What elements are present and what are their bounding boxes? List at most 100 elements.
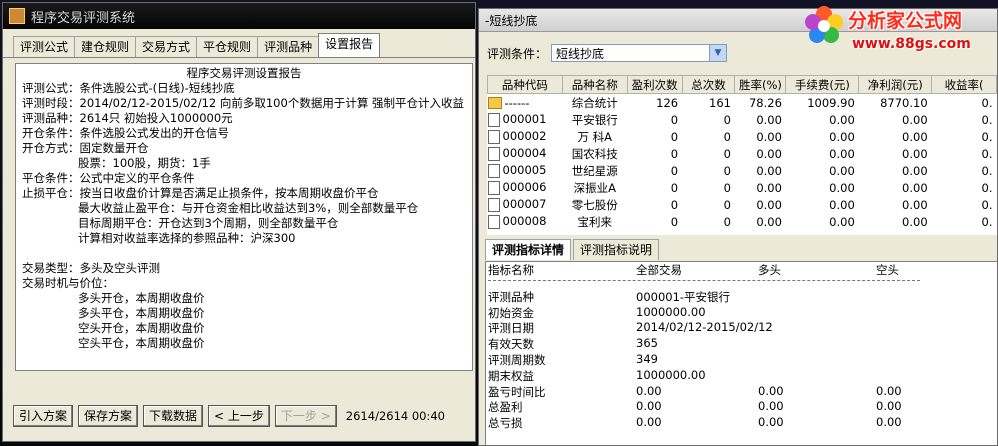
col-win-count[interactable]: 盈利次数 xyxy=(626,75,683,94)
detail-all: 000001-平安银行 xyxy=(636,289,731,304)
report-line: 最大收益止盈平仓：与开仓资金相比收益达到3%，则全部数量平仓 xyxy=(78,201,419,215)
condition-select[interactable]: 短线抄底 ▼ xyxy=(551,44,728,62)
next-step-button[interactable]: 下一步 > xyxy=(274,405,337,427)
document-icon xyxy=(487,214,500,229)
table-row[interactable]: 000008 宝利来 0 0 0.00 0.00 0.00 0. xyxy=(487,213,997,230)
cell-win-count: 0 xyxy=(627,179,683,196)
detail-long: 0.00 xyxy=(758,415,784,430)
tab-close-rules[interactable]: 平仓规则 xyxy=(196,36,259,57)
cell-net-profit: 0.00 xyxy=(858,145,932,162)
cell-win-count: 126 xyxy=(627,93,683,111)
col-code[interactable]: 品种代码 xyxy=(487,75,563,94)
table-row[interactable]: 000007 零七股份 0 0 0.00 0.00 0.00 0. xyxy=(487,196,997,213)
document-icon xyxy=(487,163,500,178)
cell-win-rate: 78.26 xyxy=(734,93,786,111)
tab-metric-description[interactable]: 评测指标说明 xyxy=(573,239,660,260)
cell-win-rate: 0.00 xyxy=(734,179,786,196)
cell-code: 000008 xyxy=(502,214,547,229)
report-line: 空头开仓，本周期收盘价 xyxy=(78,321,205,335)
cell-return: 0. xyxy=(931,145,997,162)
cell-return: 0. xyxy=(931,111,997,128)
detail-all: 349 xyxy=(636,351,658,366)
tab-formula[interactable]: 评测公式 xyxy=(13,36,76,57)
cell-win-rate: 0.00 xyxy=(734,162,786,179)
tab-instruments[interactable]: 评测品种 xyxy=(257,36,320,57)
detail-row: 评测周期数 349 xyxy=(486,351,997,368)
cell-total-count: 0 xyxy=(682,111,735,128)
detail-all: 0.00 xyxy=(636,383,662,398)
cell-code: 000002 xyxy=(502,129,547,144)
cell-fee: 0.00 xyxy=(785,162,859,179)
title-bar[interactable]: 程序交易评测系统 xyxy=(3,3,475,29)
table-row[interactable]: 000001 平安银行 0 0 0.00 0.00 0.00 0. xyxy=(487,111,997,128)
detail-short: 0.00 xyxy=(876,399,902,414)
table-row[interactable]: ------ 综合统计 126 161 78.26 1009.90 8770.1… xyxy=(487,93,997,111)
report-title: 程序交易评测设置报告 xyxy=(186,66,302,80)
cell-net-profit: 0.00 xyxy=(858,196,932,213)
cell-total-count: 0 xyxy=(682,162,735,179)
cell-code: 000001 xyxy=(502,112,547,127)
chevron-down-icon[interactable]: ▼ xyxy=(709,45,727,61)
cell-fee: 0.00 xyxy=(785,145,859,162)
download-data-button[interactable]: 下载数据 xyxy=(143,405,204,427)
tab-strip: 评测公式 建仓规则 交易方式 平仓规则 评测品种 设置报告 xyxy=(3,33,475,58)
detail-all: 0.00 xyxy=(636,399,662,414)
cell-total-count: 0 xyxy=(682,128,735,145)
col-return[interactable]: 收益率( xyxy=(931,75,997,94)
site-logo: 分析家公式网 www.88gs.com xyxy=(796,0,998,62)
cell-name: 综合统计 xyxy=(562,93,628,111)
cell-net-profit: 0.00 xyxy=(858,179,932,196)
detail-row: 期末权益 1000000.00 xyxy=(486,368,997,384)
detail-row: 有效天数 365 xyxy=(486,336,997,352)
table-row[interactable]: 000006 深振业A 0 0 0.00 0.00 0.00 0. xyxy=(487,179,997,196)
document-icon xyxy=(487,129,500,144)
import-plan-button[interactable]: 引入方案 xyxy=(13,405,74,427)
tab-open-rules[interactable]: 建仓规则 xyxy=(74,36,137,57)
col-win-rate[interactable]: 胜率(%) xyxy=(734,75,787,94)
cell-total-count: 0 xyxy=(682,213,735,230)
cell-fee: 0.00 xyxy=(785,213,859,230)
cell-win-count: 0 xyxy=(627,111,683,128)
cell-code: 000006 xyxy=(502,180,547,195)
report-line: 计算相对收益率选择的参照品种：沪深300 xyxy=(78,231,296,245)
tab-trade-mode[interactable]: 交易方式 xyxy=(135,36,198,57)
cell-net-profit: 0.00 xyxy=(858,111,932,128)
cell-win-rate: 0.00 xyxy=(734,213,786,230)
col-fee[interactable]: 手续费(元) xyxy=(785,75,860,94)
report-line: 平仓条件：公式中定义的平仓条件 xyxy=(22,171,195,185)
detail-metric: 评测品种 xyxy=(488,289,534,304)
detail-header-long: 多头 xyxy=(758,263,781,277)
tab-metric-details[interactable]: 评测指标详情 xyxy=(485,239,572,260)
condition-value: 短线抄底 xyxy=(556,47,605,61)
detail-row: 评测品种 000001-平安银行 xyxy=(486,289,997,305)
cell-return: 0. xyxy=(931,213,997,230)
cell-fee: 0.00 xyxy=(785,128,859,145)
save-plan-button[interactable]: 保存方案 xyxy=(78,405,139,427)
tab-settings-report[interactable]: 设置报告 xyxy=(318,33,381,57)
detail-all: 1000000.00 xyxy=(636,304,706,319)
cell-return: 0. xyxy=(931,196,997,213)
prev-step-button[interactable]: < 上一步 xyxy=(208,405,270,427)
detail-short: 0.00 xyxy=(876,383,902,398)
report-line: 股票：100股，期货：1手 xyxy=(78,156,211,170)
detail-tab-strip: 评测指标详情 评测指标说明 xyxy=(485,239,661,260)
cell-name: 宝利来 xyxy=(562,213,628,230)
col-total-count[interactable]: 总次数 xyxy=(681,75,736,94)
result-window: -短线抄底 评测条件： 短线抄底 ▼ 品种代码 品种名称 盈利次数 总次数 胜率… xyxy=(478,8,998,446)
col-net-profit[interactable]: 净利润(元) xyxy=(858,75,933,94)
col-name[interactable]: 品种名称 xyxy=(561,75,628,94)
cell-win-count: 0 xyxy=(627,145,683,162)
detail-metric: 总盈利 xyxy=(488,400,523,415)
detail-row: 总盈利 0.00 0.00 0.00 xyxy=(486,399,997,415)
settings-report-text[interactable]: 程序交易评测设置报告 评测公式：条件选股公式-(日线)-短线抄底 评测时段：20… xyxy=(15,63,473,371)
table-row[interactable]: 000002 万 科A 0 0 0.00 0.00 0.00 0. xyxy=(487,128,997,145)
detail-long: 0.00 xyxy=(758,399,784,414)
metric-detail-panel[interactable]: 指标名称 全部交易 多头 空头 评测品种 000001-平安银行 初始资金 10… xyxy=(485,261,997,445)
table-row[interactable]: 000004 国农科技 0 0 0.00 0.00 0.00 0. xyxy=(487,145,997,162)
cell-net-profit: 0.00 xyxy=(858,162,932,179)
cell-win-rate: 0.00 xyxy=(734,111,786,128)
detail-metric: 评测日期 xyxy=(488,321,534,336)
table-row[interactable]: 000005 世纪星源 0 0 0.00 0.00 0.00 0. xyxy=(487,162,997,179)
evaluation-system-window: 程序交易评测系统 评测公式 建仓规则 交易方式 平仓规则 评测品种 设置报告 程… xyxy=(2,2,476,442)
document-icon xyxy=(487,112,500,127)
